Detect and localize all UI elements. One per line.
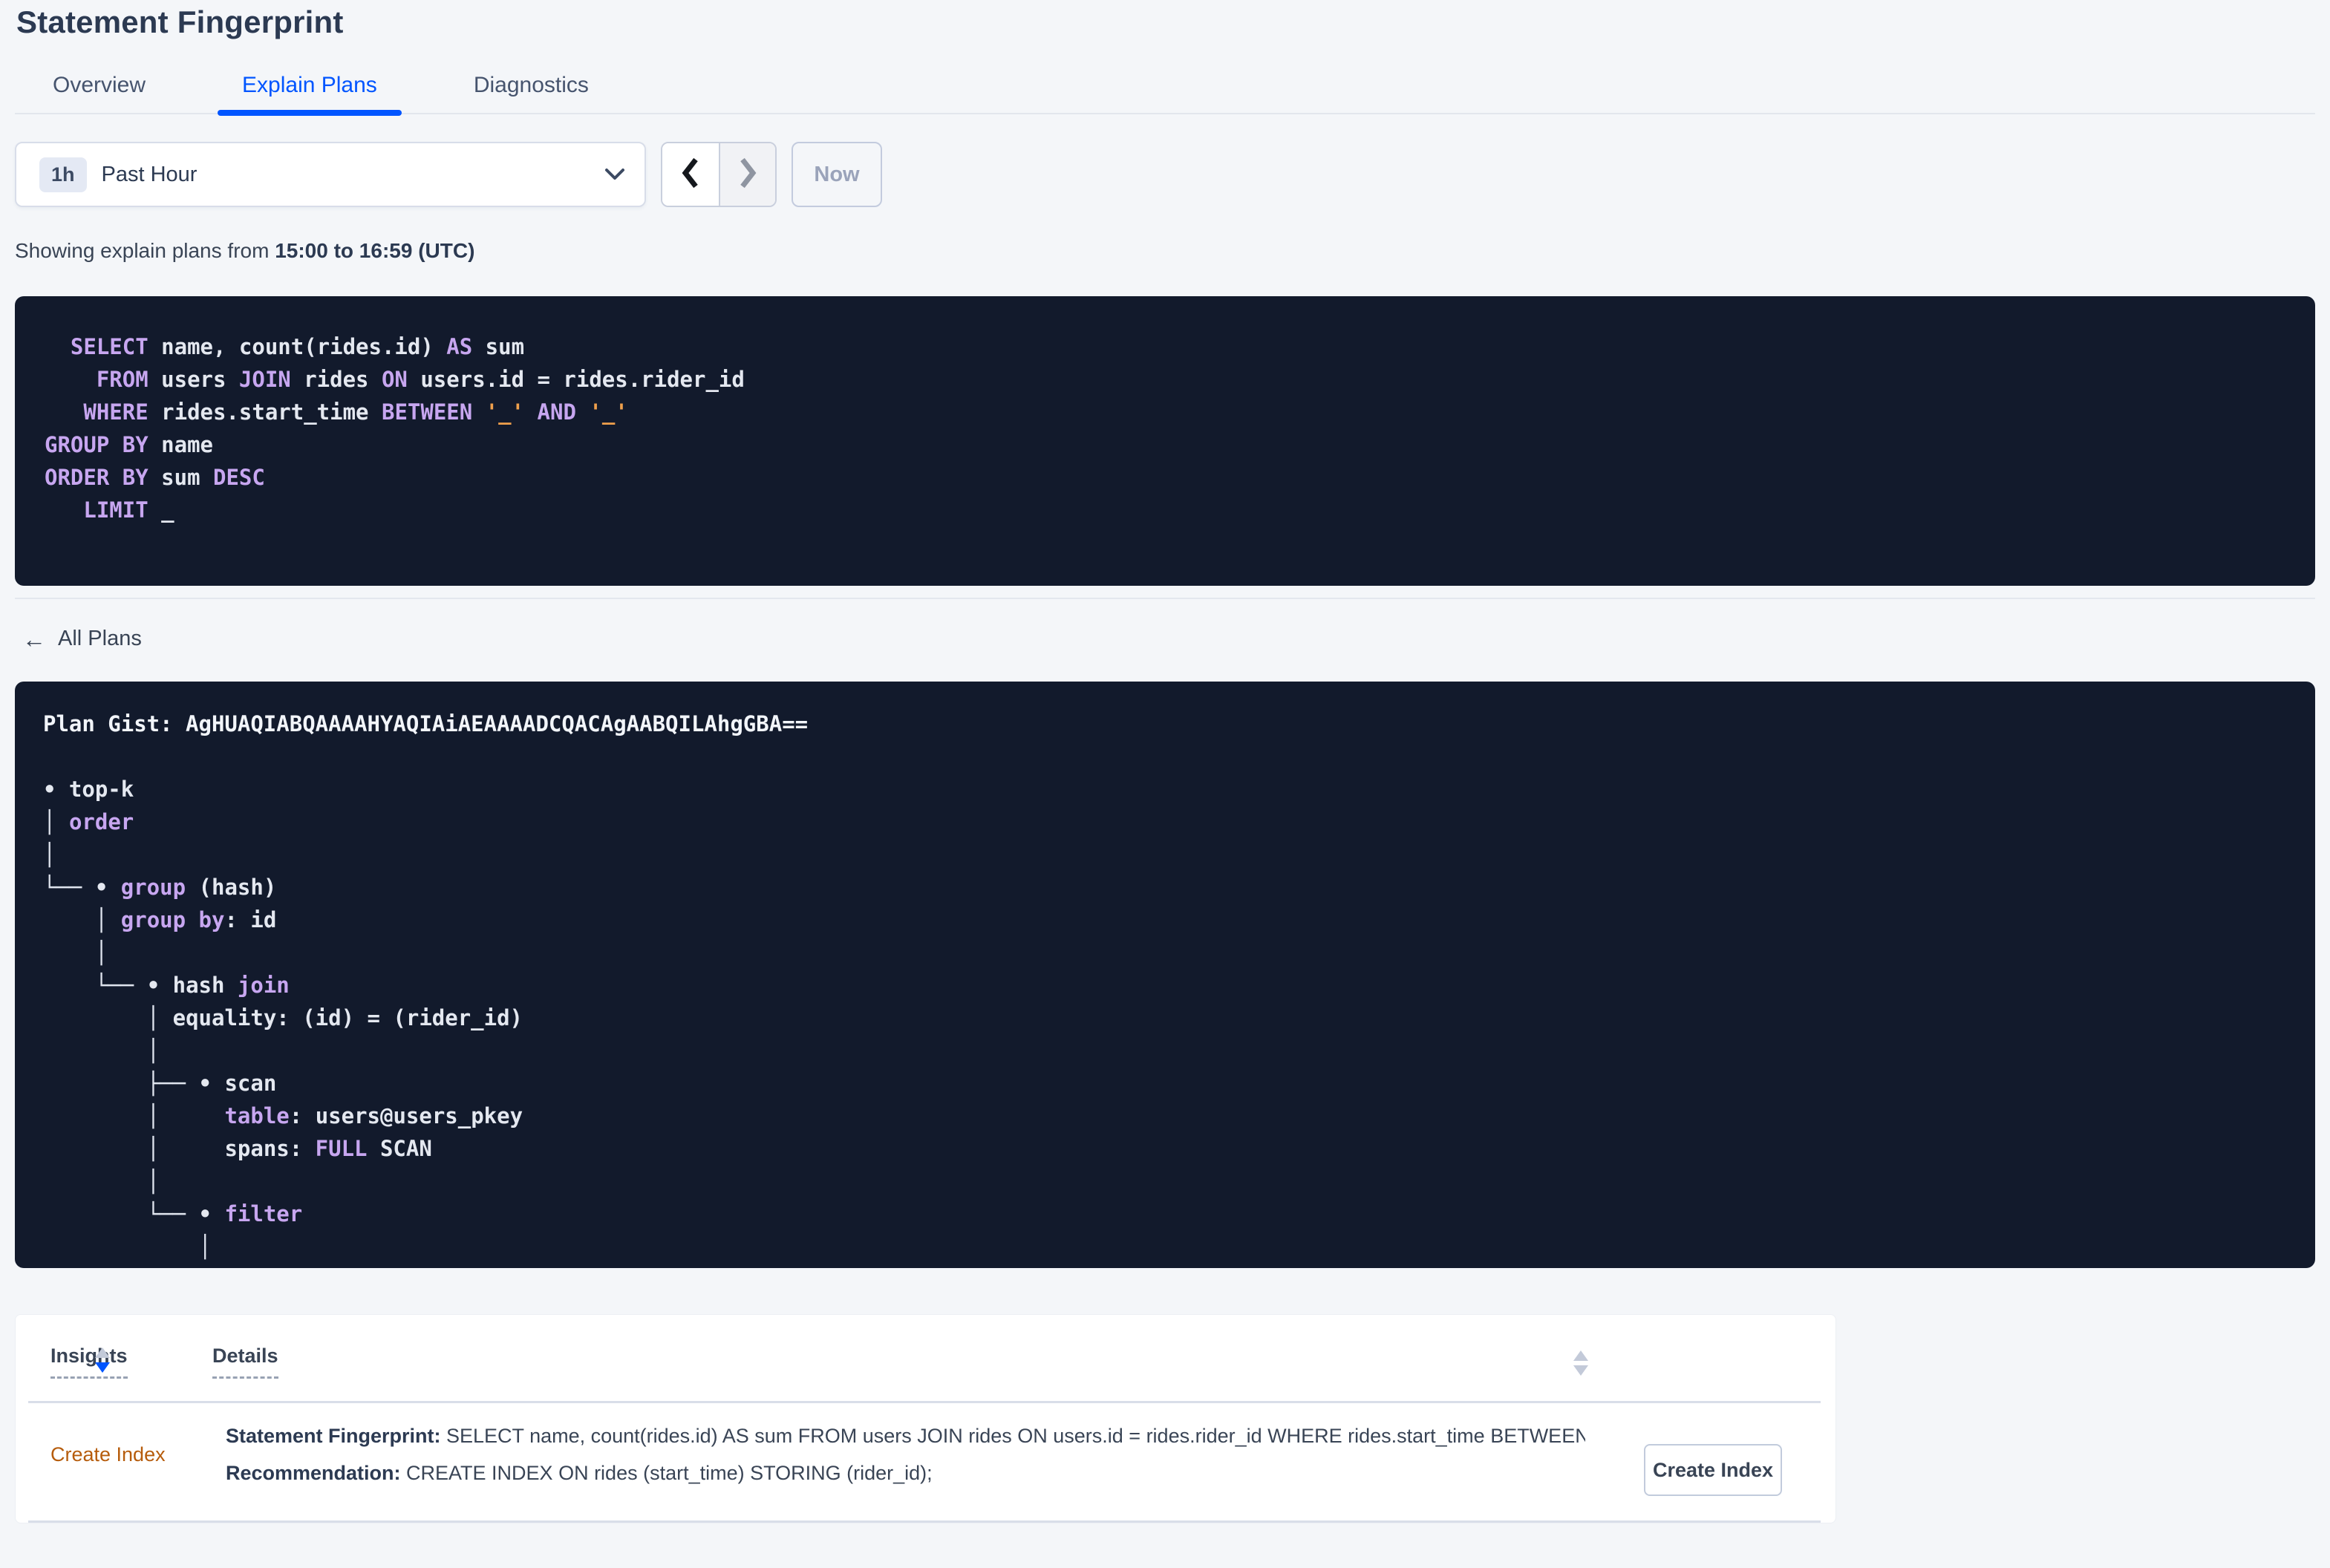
time-range-select[interactable]: 1h Past Hour	[15, 142, 646, 207]
section-divider	[15, 598, 2315, 599]
chevron-right-icon	[737, 155, 759, 195]
insights-table-card: Insights Details Create Index Statement …	[15, 1314, 1836, 1523]
now-button[interactable]: Now	[792, 142, 882, 207]
previous-window-button[interactable]	[662, 143, 719, 206]
table-row-divider	[28, 1520, 1821, 1523]
recommendation-line: Recommendation: CREATE INDEX ON rides (s…	[226, 1461, 1585, 1485]
tab-bar: Overview Explain Plans Diagnostics	[15, 74, 2315, 116]
sql-statement-block: SELECT name, count(rides.id) AS sum FROM…	[15, 296, 2315, 586]
time-range-badge: 1h	[39, 157, 87, 192]
recommendation-value: CREATE INDEX ON rides (start_time) STORI…	[400, 1462, 933, 1484]
time-window-stepper	[661, 142, 777, 207]
arrow-left-icon: ←	[22, 625, 46, 653]
insights-column-header[interactable]: Insights	[50, 1345, 128, 1379]
sort-asc-icon	[95, 1348, 110, 1358]
statement-fingerprint-line: Statement Fingerprint: SELECT name, coun…	[226, 1424, 1585, 1448]
statement-fingerprint-page: Statement Fingerprint Overview Explain P…	[0, 4, 2330, 1523]
showing-range-value: 15:00 to 16:59 (UTC)	[275, 239, 475, 262]
all-plans-link[interactable]: ← All Plans	[22, 627, 142, 651]
all-plans-label: All Plans	[58, 627, 142, 650]
next-window-button[interactable]	[719, 143, 775, 206]
insight-type-link[interactable]: Create Index	[50, 1443, 226, 1466]
tab-diagnostics[interactable]: Diagnostics	[449, 74, 613, 113]
page-title: Statement Fingerprint	[16, 4, 344, 39]
statement-fingerprint-value: SELECT name, count(rides.id) AS sum FROM…	[440, 1425, 1585, 1447]
sort-desc-icon	[95, 1362, 110, 1373]
sort-toggle-insights[interactable]	[95, 1348, 110, 1373]
chevron-down-icon	[604, 168, 625, 181]
showing-prefix: Showing explain plans from	[15, 239, 275, 262]
table-row: Create Index Statement Fingerprint: SELE…	[16, 1403, 1835, 1520]
recommendation-label: Recommendation:	[226, 1462, 401, 1484]
tab-explain-plans[interactable]: Explain Plans	[218, 74, 402, 116]
details-column-header[interactable]: Details	[212, 1345, 278, 1379]
sort-toggle-details[interactable]	[1573, 1350, 1588, 1376]
sort-asc-icon	[1573, 1350, 1588, 1361]
create-index-button[interactable]: Create Index	[1644, 1444, 1782, 1496]
chevron-left-icon	[679, 155, 702, 195]
statement-fingerprint-label: Statement Fingerprint:	[226, 1425, 441, 1447]
time-range-label: Past Hour	[101, 162, 198, 186]
sort-desc-icon	[1573, 1365, 1588, 1376]
insights-column-header-cell: Insights	[50, 1345, 226, 1379]
insights-table-header: Insights Details	[16, 1315, 1835, 1401]
tab-overview[interactable]: Overview	[28, 74, 170, 113]
plan-gist-block: Plan Gist: AgHUAQIABQAAAAHYAQIAiAEAAAADC…	[15, 682, 2315, 1268]
showing-range-text: Showing explain plans from 15:00 to 16:5…	[15, 238, 2315, 264]
time-range-bar: 1h Past Hour Now	[15, 142, 2315, 207]
insight-details-cell: Statement Fingerprint: SELECT name, coun…	[226, 1424, 1801, 1485]
details-column-header-cell: Details	[212, 1345, 278, 1379]
